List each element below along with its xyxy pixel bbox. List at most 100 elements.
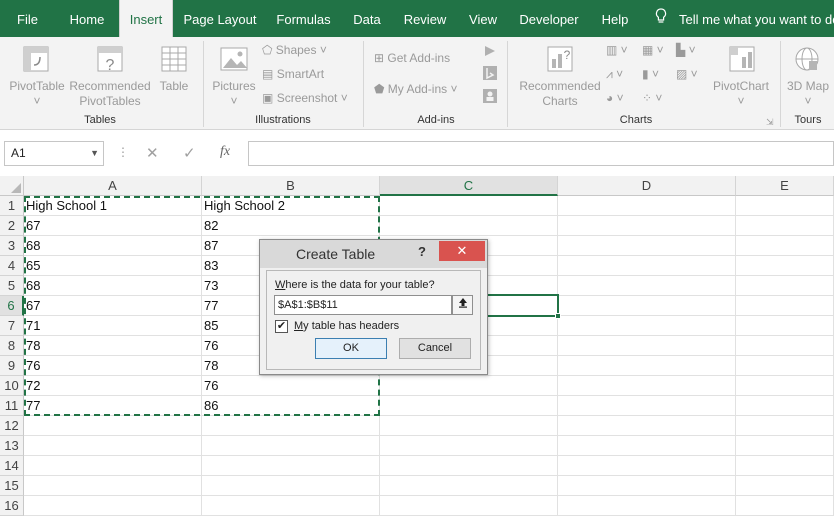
help-icon[interactable]: ? xyxy=(418,244,426,259)
cell-e14[interactable] xyxy=(736,456,834,476)
cell-c15[interactable] xyxy=(380,476,558,496)
row-header-11[interactable]: 11 xyxy=(0,396,24,416)
cell-d13[interactable] xyxy=(558,436,736,456)
dialog-title-bar[interactable]: Create Table ? ✕ xyxy=(260,240,487,268)
cell-a3[interactable]: 68 xyxy=(24,236,202,256)
smartart-button[interactable]: ▤ SmartArt xyxy=(262,67,324,81)
row-header-2[interactable]: 2 xyxy=(0,216,24,236)
recommended-pivottables-button[interactable]: Recommended PivotTables xyxy=(66,79,154,109)
cell-d2[interactable] xyxy=(558,216,736,236)
cell-b1[interactable]: High School 2 xyxy=(202,196,380,216)
row-header-15[interactable]: 15 xyxy=(0,476,24,496)
cell-a5[interactable]: 68 xyxy=(24,276,202,296)
tab-file[interactable]: File xyxy=(0,0,55,37)
cell-e11[interactable] xyxy=(736,396,834,416)
row-header-1[interactable]: 1 xyxy=(0,196,24,216)
cell-c14[interactable] xyxy=(380,456,558,476)
statistic-chart-button[interactable]: ▮ ˅ xyxy=(642,67,659,81)
cell-c12[interactable] xyxy=(380,416,558,436)
tab-insert[interactable]: Insert xyxy=(119,0,173,40)
3d-map-button[interactable]: 3D Map ˅ xyxy=(786,79,830,109)
cell-d9[interactable] xyxy=(558,356,736,376)
pivottable-button[interactable]: PivotTable ˅ xyxy=(6,79,68,109)
cell-e3[interactable] xyxy=(736,236,834,256)
cell-e12[interactable] xyxy=(736,416,834,436)
shapes-button[interactable]: ⬠ Shapes ˅ xyxy=(262,43,327,57)
screenshot-button[interactable]: ▣ Screenshot ˅ xyxy=(262,91,348,105)
tab-view[interactable]: View xyxy=(462,0,504,37)
cell-d3[interactable] xyxy=(558,236,736,256)
cell-e10[interactable] xyxy=(736,376,834,396)
my-addins-button[interactable]: ⬟ My Add-ins ˅ xyxy=(374,82,457,96)
cell-b2[interactable]: 82 xyxy=(202,216,380,236)
column-header-c[interactable]: C xyxy=(380,176,558,196)
cell-a7[interactable]: 71 xyxy=(24,316,202,336)
hierarchy-chart-button[interactable]: ▦ ˅ xyxy=(642,43,664,57)
column-header-a[interactable]: A xyxy=(24,176,202,196)
cell-a14[interactable] xyxy=(24,456,202,476)
get-addins-button[interactable]: ⊞ Get Add-ins xyxy=(374,51,450,65)
cell-a10[interactable]: 72 xyxy=(24,376,202,396)
cell-e6[interactable] xyxy=(736,296,834,316)
cell-e5[interactable] xyxy=(736,276,834,296)
tab-formulas[interactable]: Formulas xyxy=(270,0,337,37)
cell-b15[interactable] xyxy=(202,476,380,496)
cell-d10[interactable] xyxy=(558,376,736,396)
tab-developer[interactable]: Developer xyxy=(514,0,584,37)
row-header-10[interactable]: 10 xyxy=(0,376,24,396)
cell-e9[interactable] xyxy=(736,356,834,376)
name-box[interactable]: A1 ▼ xyxy=(4,141,104,166)
formula-input[interactable] xyxy=(248,141,834,166)
column-chart-button[interactable]: ▥ ˅ xyxy=(606,43,628,57)
tab-review[interactable]: Review xyxy=(397,0,453,37)
cell-c1[interactable] xyxy=(380,196,558,216)
cell-a11[interactable]: 77 xyxy=(24,396,202,416)
row-header-13[interactable]: 13 xyxy=(0,436,24,456)
scatter-chart-button[interactable]: ⁘ ˅ xyxy=(642,91,662,105)
cell-e1[interactable] xyxy=(736,196,834,216)
chevron-down-icon[interactable]: ▼ xyxy=(90,142,99,165)
headers-checkbox[interactable]: ✔ xyxy=(275,320,288,333)
people-graph-icon[interactable] xyxy=(482,88,498,107)
pie-chart-button[interactable]: ◕ ˅ xyxy=(606,91,624,105)
cell-c11[interactable] xyxy=(380,396,558,416)
cell-d8[interactable] xyxy=(558,336,736,356)
pivotchart-button[interactable]: PivotChart ˅ xyxy=(706,79,776,109)
cell-c13[interactable] xyxy=(380,436,558,456)
table-button[interactable]: Table xyxy=(152,79,196,94)
column-header-e[interactable]: E xyxy=(736,176,834,196)
headers-checkbox-label[interactable]: My table has headers xyxy=(294,320,399,332)
cell-a16[interactable] xyxy=(24,496,202,516)
cell-e16[interactable] xyxy=(736,496,834,516)
cell-a12[interactable] xyxy=(24,416,202,436)
cell-a9[interactable]: 76 xyxy=(24,356,202,376)
row-header-16[interactable]: 16 xyxy=(0,496,24,516)
tab-home[interactable]: Home xyxy=(58,0,116,37)
waterfall-chart-button[interactable]: ▙ ˅ xyxy=(676,43,696,57)
row-header-6[interactable]: 6 xyxy=(0,296,24,316)
cell-e13[interactable] xyxy=(736,436,834,456)
range-input[interactable] xyxy=(274,295,452,315)
bing-maps-icon[interactable] xyxy=(482,65,498,84)
row-header-12[interactable]: 12 xyxy=(0,416,24,436)
column-header-d[interactable]: D xyxy=(558,176,736,196)
tab-help[interactable]: Help xyxy=(594,0,636,37)
cell-d14[interactable] xyxy=(558,456,736,476)
cell-c2[interactable] xyxy=(380,216,558,236)
tab-page-layout[interactable]: Page Layout xyxy=(178,0,262,37)
cell-a4[interactable]: 65 xyxy=(24,256,202,276)
tell-me-search[interactable]: Tell me what you want to do xyxy=(655,0,834,37)
ok-button[interactable]: OK xyxy=(315,338,387,359)
cell-a13[interactable] xyxy=(24,436,202,456)
cell-b10[interactable]: 76 xyxy=(202,376,380,396)
row-header-5[interactable]: 5 xyxy=(0,276,24,296)
enter-icon[interactable]: ✓ xyxy=(183,144,196,162)
cell-d15[interactable] xyxy=(558,476,736,496)
cell-e2[interactable] xyxy=(736,216,834,236)
column-header-b[interactable]: B xyxy=(202,176,380,196)
cancel-button[interactable]: Cancel xyxy=(399,338,471,359)
row-header-14[interactable]: 14 xyxy=(0,456,24,476)
cell-c10[interactable] xyxy=(380,376,558,396)
cell-d1[interactable] xyxy=(558,196,736,216)
collapse-dialog-button[interactable] xyxy=(452,295,473,315)
